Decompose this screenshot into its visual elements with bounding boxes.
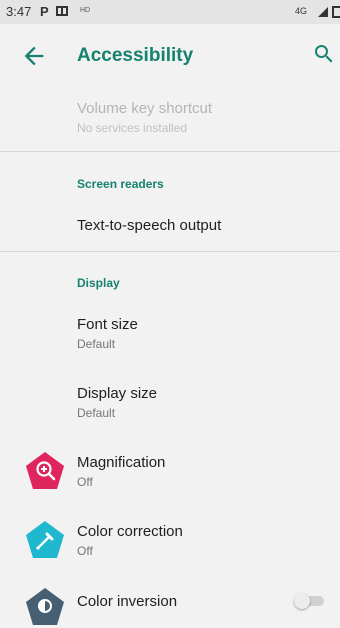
volume-key-shortcut-item[interactable]: Volume key shortcut No services installe… — [0, 96, 340, 148]
magnify-plus-icon — [26, 452, 64, 489]
arrow-back-icon[interactable] — [20, 42, 48, 70]
color-correction-title: Color correction — [77, 523, 183, 540]
display-size-title: Display size — [77, 385, 158, 402]
status-time: 3:47 — [6, 4, 32, 19]
magnification-title: Magnification — [77, 454, 166, 471]
font-size-title: Font size — [77, 316, 138, 333]
network-type: 4G — [295, 6, 308, 16]
font-size-summary: Default — [77, 337, 116, 351]
page-title: Accessibility — [77, 45, 194, 66]
color-correction-item[interactable]: Color correction Off — [0, 515, 340, 567]
color-inversion-title: Color inversion — [77, 593, 178, 610]
app-bar: Accessibility — [0, 24, 340, 88]
volume-key-shortcut-title: Volume key shortcut — [77, 100, 213, 117]
divider — [0, 151, 340, 152]
status-bar: 3:47 P HD 4G — [0, 0, 340, 24]
toggle-thumb — [294, 593, 310, 609]
color-inversion-toggle[interactable] — [294, 593, 324, 609]
screen-readers-header: Screen readers — [77, 177, 164, 191]
display-size-item[interactable]: Display size Default — [0, 377, 340, 427]
magnification-item[interactable]: Magnification Off — [0, 446, 340, 498]
search-icon[interactable] — [312, 42, 336, 66]
display-size-summary: Default — [77, 406, 116, 420]
display-header: Display — [77, 276, 120, 290]
magnification-summary: Off — [77, 475, 93, 489]
color-correction-summary: Off — [77, 544, 93, 558]
parking-icon: P — [40, 4, 49, 19]
invert-colors-icon — [26, 588, 64, 625]
battery-icon — [332, 6, 340, 18]
signal-icon — [318, 7, 328, 17]
text-to-speech-item[interactable]: Text-to-speech output — [0, 207, 340, 247]
divider — [0, 251, 340, 252]
text-to-speech-title: Text-to-speech output — [77, 217, 222, 234]
hd-icon: HD — [80, 7, 91, 14]
screen-icon — [56, 6, 68, 16]
font-size-item[interactable]: Font size Default — [0, 308, 340, 358]
color-inversion-item[interactable]: Color inversion — [0, 584, 340, 625]
volume-key-shortcut-summary: No services installed — [77, 121, 188, 135]
eyedropper-icon — [26, 521, 64, 558]
